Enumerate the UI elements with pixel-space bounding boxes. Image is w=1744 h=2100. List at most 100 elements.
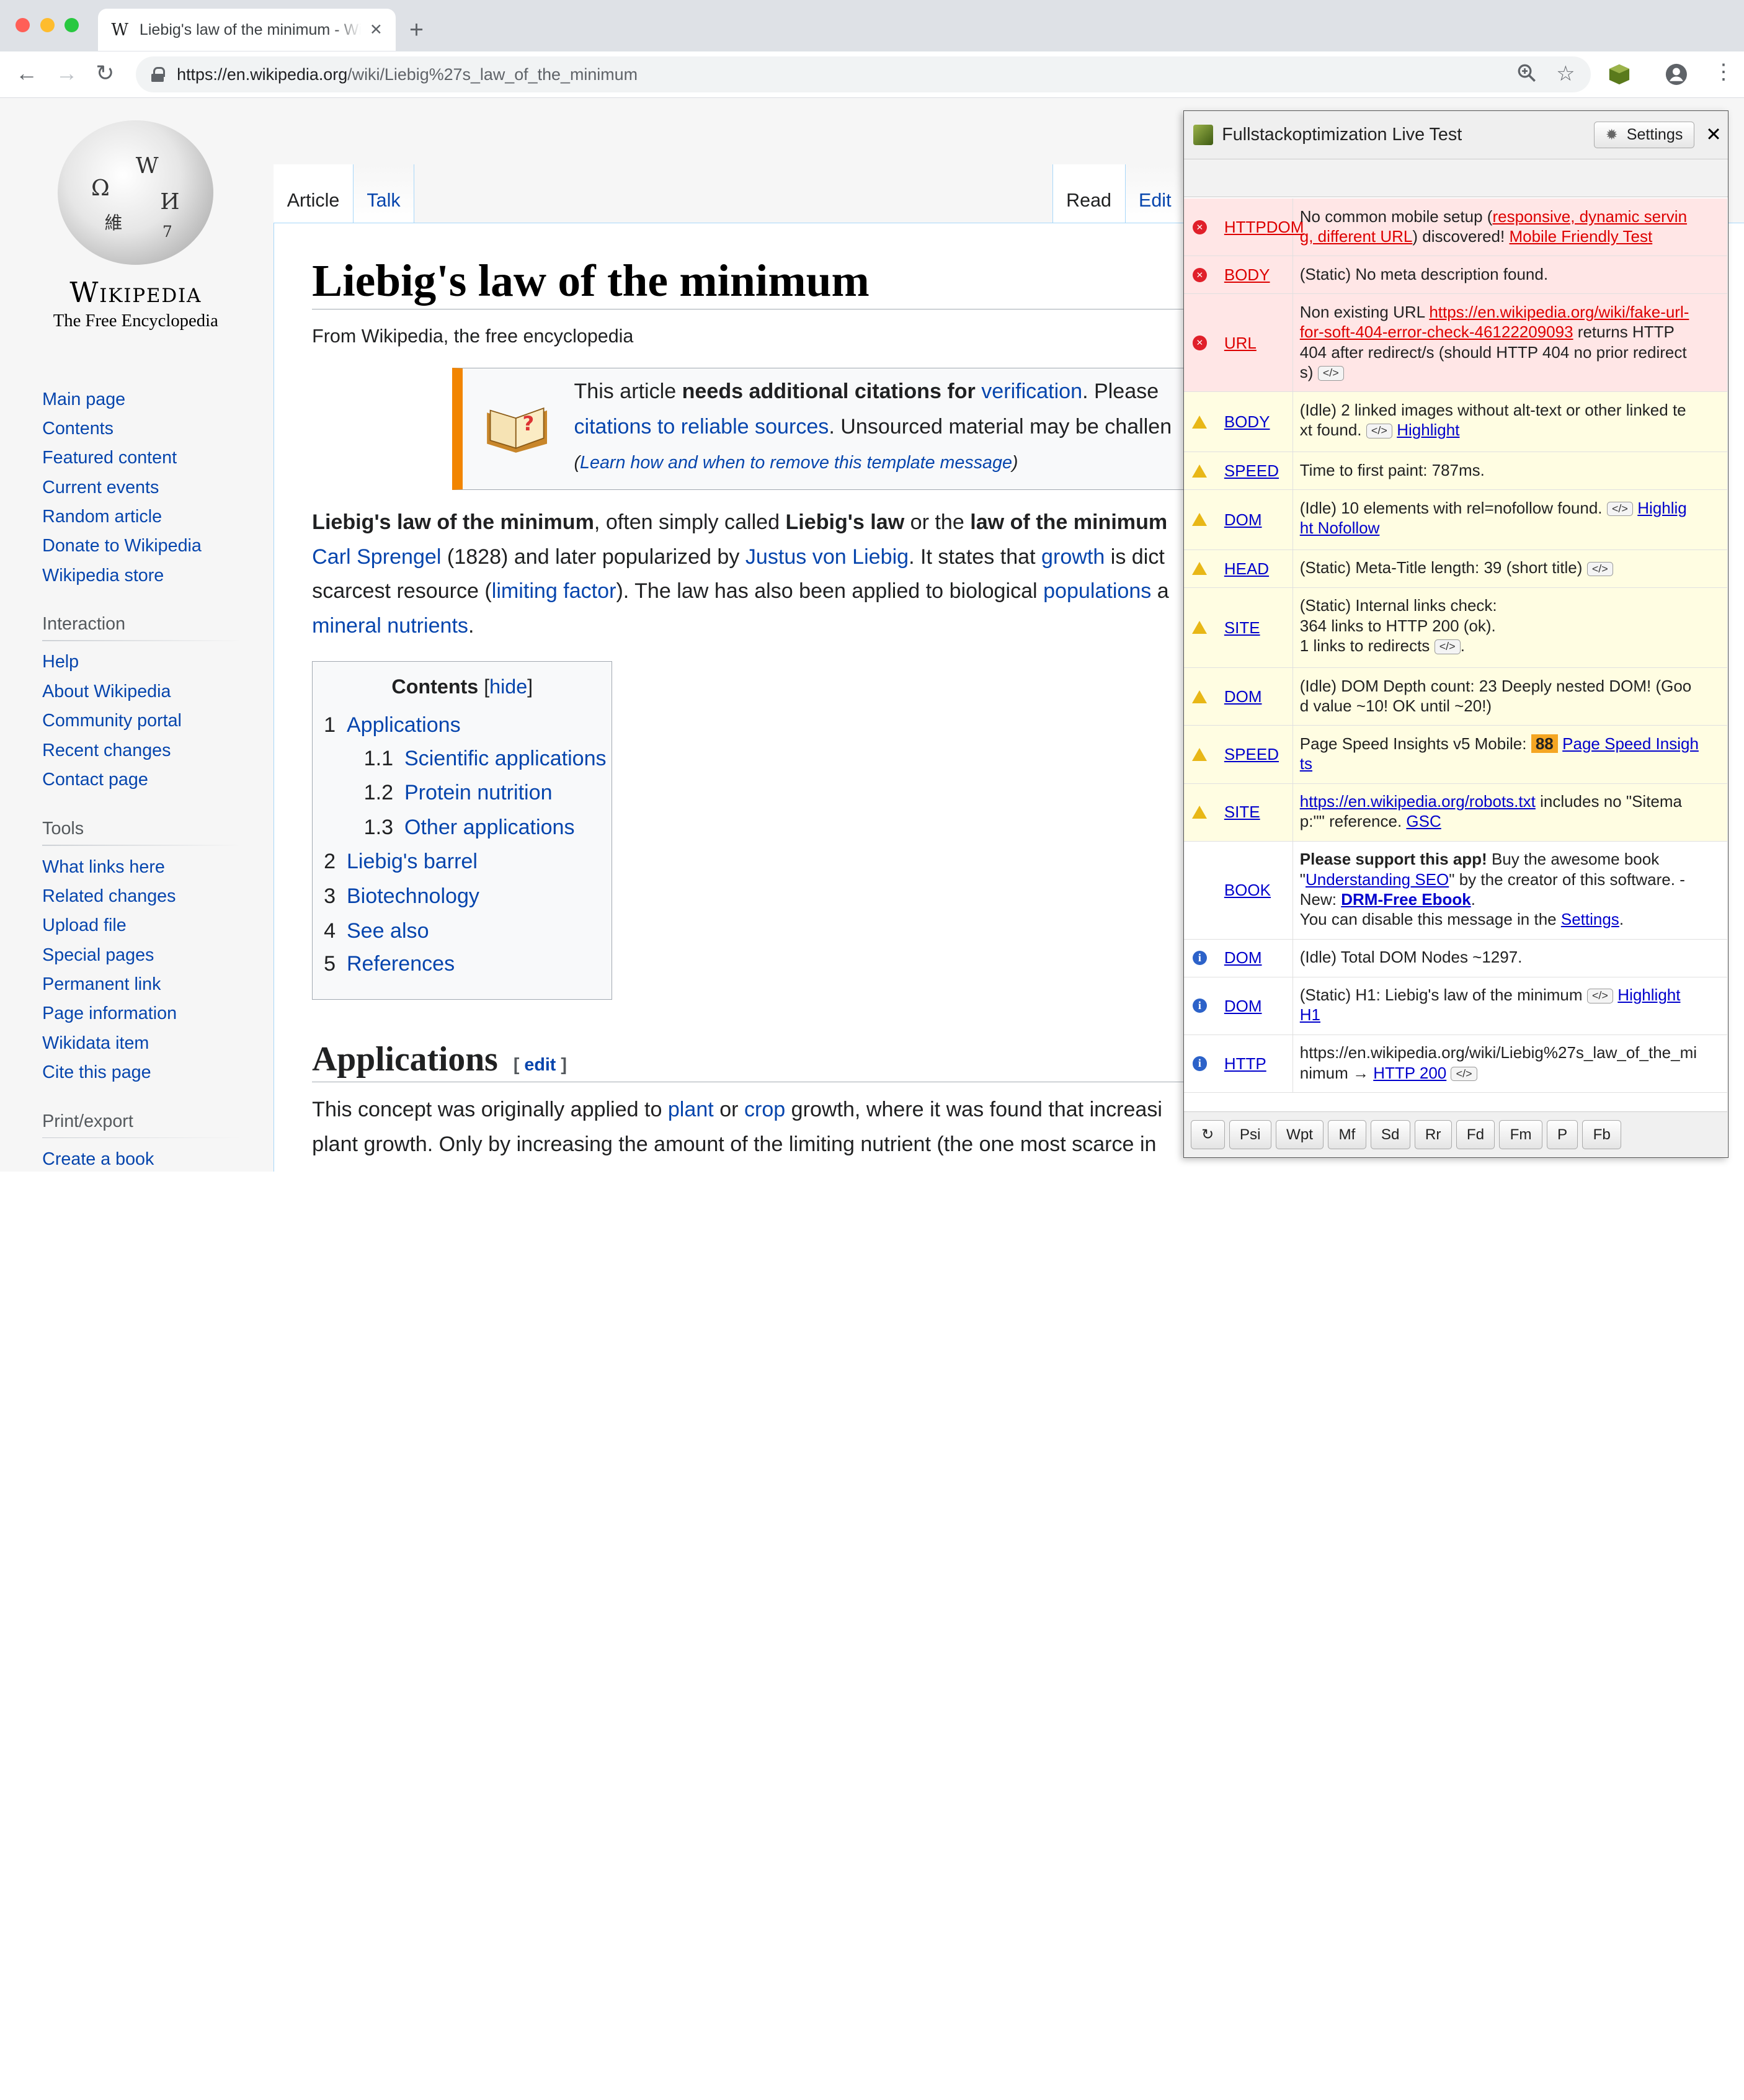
toc-item[interactable]: 1 Applications (324, 713, 461, 737)
row-category-link[interactable]: BODY (1215, 256, 1294, 294)
tool-button-rr[interactable]: Rr (1414, 1120, 1452, 1150)
sidebar-item-create-a-book[interactable]: Create a book (42, 1145, 242, 1171)
sidebar-item-page-information[interactable]: Page information (42, 999, 242, 1028)
fake-url-link[interactable]: for-soft-404-error-check-46122209093 (1300, 323, 1573, 341)
tool-button-fd[interactable]: Fd (1456, 1120, 1495, 1150)
window-zoom-dot[interactable] (65, 17, 79, 32)
toc-item[interactable]: 4 See also (324, 919, 429, 943)
http-200-link[interactable]: HTTP 200 (1373, 1064, 1446, 1082)
tool-button-wpt[interactable]: Wpt (1275, 1120, 1324, 1150)
highlight-h1-link[interactable]: Highlight (1617, 985, 1680, 1004)
window-minimize-dot[interactable] (40, 17, 55, 32)
bookmark-star-icon[interactable]: ☆ (1556, 63, 1575, 86)
reload-icon[interactable]: ↻ (96, 61, 114, 86)
tool-button-mf[interactable]: Mf (1328, 1120, 1366, 1150)
tool-button-p[interactable]: P (1546, 1120, 1578, 1150)
link-mineral-nutrients[interactable]: mineral nutrients (312, 614, 468, 638)
highlight-nofollow-link[interactable]: ht Nofollow (1300, 518, 1380, 537)
row-category-link[interactable]: DOM (1215, 939, 1294, 977)
code-toggle-button[interactable]: </> (1586, 989, 1614, 1003)
toc-item[interactable]: 1.2 Protein nutrition (364, 781, 553, 805)
row-category-link[interactable]: URL (1215, 294, 1294, 392)
highlight-h1-link[interactable]: H1 (1300, 1005, 1320, 1024)
code-toggle-button[interactable]: </> (1434, 639, 1461, 654)
pagespeed-insights-link[interactable]: ts (1300, 754, 1312, 773)
pagespeed-insights-link[interactable]: Page Speed Insigh (1562, 734, 1699, 753)
section-edit-link[interactable]: edit (524, 1055, 556, 1075)
code-toggle-button[interactable]: </> (1317, 366, 1344, 381)
sidebar-item-related-changes[interactable]: Related changes (42, 882, 242, 911)
highlight-link[interactable]: Highlight (1397, 420, 1459, 439)
toc-hide-link[interactable]: hide (489, 675, 527, 698)
toc-item-label[interactable]: Liebig's barrel (347, 850, 478, 873)
row-category-link[interactable]: BOOK (1215, 841, 1294, 939)
row-category-link[interactable]: DOM (1215, 668, 1294, 726)
profile-avatar-icon[interactable] (1665, 63, 1688, 91)
address-url[interactable]: https://en.wikipedia.org/wiki/Liebig%27s… (177, 65, 638, 84)
back-arrow-icon[interactable]: ← (16, 61, 38, 86)
toc-item[interactable]: 3 Biotechnology (324, 884, 479, 909)
link-plant[interactable]: plant (668, 1098, 714, 1121)
drm-free-ebook-link[interactable]: DRM-Free Ebook (1341, 890, 1470, 909)
code-toggle-button[interactable]: </> (1586, 561, 1613, 577)
toc-item[interactable]: 5 References (324, 952, 455, 976)
tab-article[interactable]: Article (274, 164, 354, 223)
sidebar-item-help[interactable]: Help (42, 647, 242, 677)
tool-button-sd[interactable]: Sd (1370, 1120, 1410, 1150)
toc-item-label[interactable]: References (347, 952, 455, 976)
sidebar-item-main-page[interactable]: Main page (42, 385, 242, 414)
sidebar-item-about-wikipedia[interactable]: About Wikipedia (42, 677, 242, 706)
row-category-link[interactable]: SPEED (1215, 726, 1294, 783)
tab-talk[interactable]: Talk (353, 164, 415, 223)
tab-read[interactable]: Read (1052, 164, 1126, 223)
wikipedia-logo[interactable]: W Ω И 維 7 Wikipedia The Free Encyclopedi… (24, 120, 247, 332)
row-category-link[interactable]: SITE (1215, 587, 1294, 667)
toc-item-label[interactable]: Scientific applications (404, 747, 607, 770)
toc-item-label[interactable]: Other applications (404, 816, 575, 839)
understanding-seo-link[interactable]: Understanding SEO (1306, 870, 1449, 889)
code-toggle-button[interactable]: </> (1366, 424, 1392, 438)
sidebar-item-recent-changes[interactable]: Recent changes (42, 736, 242, 765)
sidebar-item-permanent-link[interactable]: Permanent link (42, 970, 242, 999)
toc-item-label[interactable]: Protein nutrition (404, 781, 553, 804)
panel-close-icon[interactable]: ✕ (1706, 124, 1728, 146)
sidebar-item-wikipedia-store[interactable]: Wikipedia store (42, 561, 242, 590)
code-toggle-button[interactable]: </> (1451, 1066, 1477, 1082)
row-category-link[interactable]: HTTP DOM (1215, 198, 1304, 256)
forward-arrow-icon[interactable]: → (56, 61, 78, 86)
row-category-link[interactable]: DOM (1215, 490, 1294, 549)
sidebar-item-current-events[interactable]: Current events (42, 473, 242, 502)
toc-item-label[interactable]: Applications (347, 713, 461, 737)
sidebar-item-donate-to-wikipedia[interactable]: Donate to Wikipedia (42, 532, 242, 561)
toc-item[interactable]: 2 Liebig's barrel (324, 850, 478, 874)
fake-url-link[interactable]: https://en.wikipedia.org/wiki/fake-url- (1429, 303, 1689, 321)
sidebar-item-special-pages[interactable]: Special pages (42, 941, 242, 970)
row-category-link[interactable]: HEAD (1215, 549, 1294, 587)
settings-link[interactable]: Settings (1561, 910, 1619, 928)
sidebar-item-cite-this-page[interactable]: Cite this page (42, 1058, 242, 1087)
mobile-setup-link[interactable]: g, different URL (1300, 227, 1413, 246)
browser-menu-icon[interactable]: ⋮ (1713, 61, 1734, 84)
link-carl-sprengel[interactable]: Carl Sprengel (312, 545, 441, 569)
row-category-link[interactable]: BODY (1215, 392, 1294, 452)
sidebar-item-community-portal[interactable]: Community portal (42, 706, 242, 736)
sidebar-item-featured-content[interactable]: Featured content (42, 443, 242, 473)
highlight-nofollow-link[interactable]: Highlig (1637, 499, 1687, 517)
row-category-link[interactable]: DOM (1215, 977, 1294, 1034)
remove-template-link[interactable]: Learn how and when to remove this templa… (580, 453, 1012, 473)
row-category-link[interactable]: HTTP (1215, 1034, 1294, 1093)
tool-button-fb[interactable]: Fb (1582, 1120, 1621, 1150)
settings-button[interactable]: ✹ Settings (1593, 121, 1695, 149)
refresh-button[interactable]: ↻ (1191, 1120, 1225, 1150)
link-limiting-factor[interactable]: limiting factor (492, 579, 616, 603)
toc-item[interactable]: 1.1 Scientific applications (364, 747, 607, 771)
browser-tab[interactable]: W Liebig's law of the minimum - Wikipedi… (97, 9, 396, 51)
tab-edit[interactable]: Edit (1125, 164, 1186, 223)
reliable-sources-link[interactable]: citations to reliable sources (574, 415, 829, 438)
toc-item-label[interactable]: See also (347, 919, 429, 943)
code-toggle-button[interactable]: </> (1606, 501, 1634, 517)
verification-link[interactable]: verification (981, 380, 1082, 403)
tool-button-psi[interactable]: Psi (1229, 1120, 1271, 1150)
toc-item-label[interactable]: Biotechnology (347, 884, 479, 908)
window-close-dot[interactable] (16, 17, 30, 32)
